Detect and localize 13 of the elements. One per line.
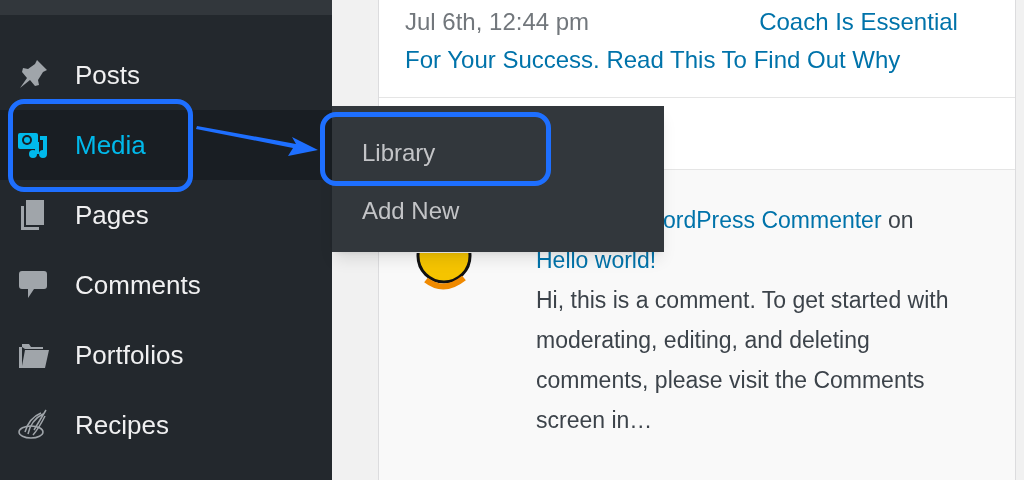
sidebar-item[interactable]: Posts	[0, 40, 332, 110]
submenu-item[interactable]: Add New	[362, 192, 460, 230]
sidebar-item[interactable]: Media	[0, 110, 332, 180]
post-entry[interactable]: Jul 6th, 12:44 pm Coach Is Essential For Your Success. Read This To Find Out Why	[405, 3, 995, 79]
on-label: on	[887, 207, 914, 233]
submenu-item[interactable]: Library	[362, 134, 436, 172]
sidebar-item[interactable]: Portfolios	[0, 320, 332, 390]
sidebar-item[interactable]: Recipes	[0, 390, 332, 460]
comment-author-link[interactable]: ordPress Commenter	[663, 207, 882, 233]
sidebar-item[interactable]: Pages	[0, 180, 332, 250]
sidebar-item[interactable]: Comments	[0, 250, 332, 320]
avatar-icon	[415, 253, 473, 292]
comment-excerpt: Hi, this is a comment. To get started with moderating, editing, and deleting comments, please visit the Comments screen in…	[536, 286, 950, 435]
